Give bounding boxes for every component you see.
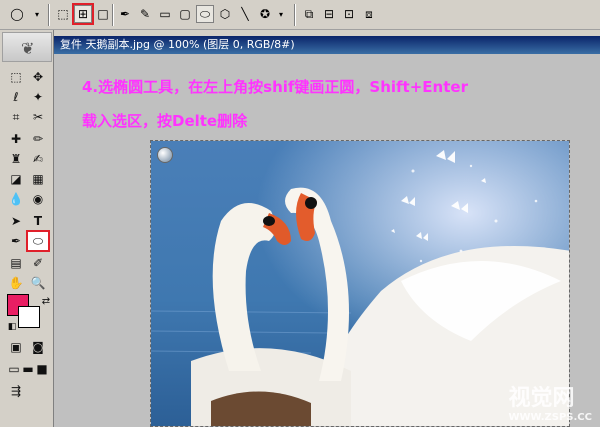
pen-tool-icon[interactable]: ✒: [116, 5, 134, 23]
dodge-tool-icon[interactable]: ◉: [28, 190, 48, 208]
watermark-brand: 视觉网: [508, 385, 575, 411]
clone-stamp-icon[interactable]: ♜: [6, 150, 26, 168]
instruction-line-2: 载入选区，按Delte删除: [82, 112, 248, 130]
ellipse-marquee-preset-icon[interactable]: ◯: [8, 5, 26, 23]
divider: [48, 4, 50, 26]
document-title: 复件 天鹅副本.jpg @ 100% (图层 0, RGB/8#): [60, 38, 295, 51]
hand-tool-icon[interactable]: ✋: [6, 274, 26, 292]
instruction-line-1: 4.选椭圆工具，在左上角按shif键画正圆，Shift+Enter: [82, 78, 468, 96]
dropdown-arrow-icon[interactable]: ▾: [28, 5, 46, 23]
jump-to-imageready-icon[interactable]: ⇶: [6, 382, 26, 400]
subtract-shape-area-icon[interactable]: ⊟: [320, 5, 338, 23]
standard-mode-icon[interactable]: ▣: [6, 338, 26, 356]
toolbox-header[interactable]: ❦: [2, 32, 52, 62]
toolbox: ❦ ⬚ ✥ ℓ ✦ ⌗ ✂ ✚ ✏ ♜ ✍ ◪ ▦ 💧 ◉ ➤ T ✒ ⬭ ▤ …: [0, 30, 54, 427]
eyedropper-tool-icon[interactable]: ✐: [28, 254, 48, 272]
divider: [294, 4, 296, 26]
move-tool-icon[interactable]: ✥: [28, 68, 48, 86]
lasso-tool-icon[interactable]: ℓ: [6, 88, 26, 106]
watermark-url: WWW.ZSPS.CC: [508, 412, 592, 423]
pen-tool-icon[interactable]: ✒: [6, 232, 26, 250]
crop-tool-icon[interactable]: ⌗: [6, 108, 26, 126]
exclude-shape-area-icon[interactable]: ⧈: [360, 5, 378, 23]
ellipse-shape-icon[interactable]: ⬭: [196, 5, 214, 23]
history-brush-icon[interactable]: ✍: [28, 150, 48, 168]
healing-brush-icon[interactable]: ✚: [6, 130, 26, 148]
rounded-rectangle-icon[interactable]: ▢: [176, 5, 194, 23]
background-color-swatch[interactable]: [18, 306, 40, 328]
drawn-circle-selection: [157, 147, 173, 163]
document-window: 复件 天鹅副本.jpg @ 100% (图层 0, RGB/8#) 4.选椭圆工…: [54, 36, 600, 427]
polygon-shape-icon[interactable]: ⬡: [216, 5, 234, 23]
slice-tool-icon[interactable]: ✂: [28, 108, 48, 126]
rectangle-shape-icon[interactable]: ▭: [156, 5, 174, 23]
swan-photo[interactable]: [150, 140, 570, 427]
brush-tool-icon[interactable]: ✏: [28, 130, 48, 148]
canvas-area[interactable]: 4.选椭圆工具，在左上角按shif键画正圆，Shift+Enter 载入选区，按…: [54, 54, 600, 427]
options-bar: ◯ ▾ ⬚ ⊞ □ ✒ ✎ ▭ ▢ ⬭ ⬡ ╲ ✪ ▾ ⧉ ⊟ ⊡ ⧈: [0, 0, 600, 30]
notes-tool-icon[interactable]: ▤: [6, 254, 26, 272]
freeform-pen-icon[interactable]: ✎: [136, 5, 154, 23]
paths-mode-icon[interactable]: ⊞: [72, 3, 94, 25]
shape-layers-icon[interactable]: ⬚: [54, 5, 72, 23]
add-to-shape-area-icon[interactable]: ⧉: [300, 5, 318, 23]
dropdown-arrow-icon[interactable]: ▾: [272, 5, 290, 23]
fill-pixels-icon[interactable]: □: [94, 5, 112, 23]
divider: [112, 4, 114, 26]
gradient-tool-icon[interactable]: ▦: [28, 170, 48, 188]
document-title-bar[interactable]: 复件 天鹅副本.jpg @ 100% (图层 0, RGB/8#): [54, 36, 600, 54]
watermark: 视觉网 WWW.ZSPS.CC: [508, 380, 592, 423]
zoom-tool-icon[interactable]: 🔍: [28, 274, 48, 292]
swan-image: [151, 141, 569, 426]
quick-mask-mode-icon[interactable]: ◙: [28, 338, 48, 356]
line-shape-icon[interactable]: ╲: [236, 5, 254, 23]
magic-wand-tool-icon[interactable]: ✦: [28, 88, 48, 106]
path-selection-icon[interactable]: ➤: [6, 212, 26, 230]
eraser-tool-icon[interactable]: ◪: [6, 170, 26, 188]
feather-logo-icon: ❦: [21, 39, 35, 58]
full-screen-mode-icon[interactable]: ■: [32, 360, 52, 378]
marquee-tool-icon[interactable]: ⬚: [6, 68, 26, 86]
type-tool-icon[interactable]: T: [28, 212, 48, 230]
intersect-shape-area-icon[interactable]: ⊡: [340, 5, 358, 23]
blur-tool-icon[interactable]: 💧: [6, 190, 26, 208]
ellipse-tool-icon[interactable]: ⬭: [26, 230, 50, 252]
